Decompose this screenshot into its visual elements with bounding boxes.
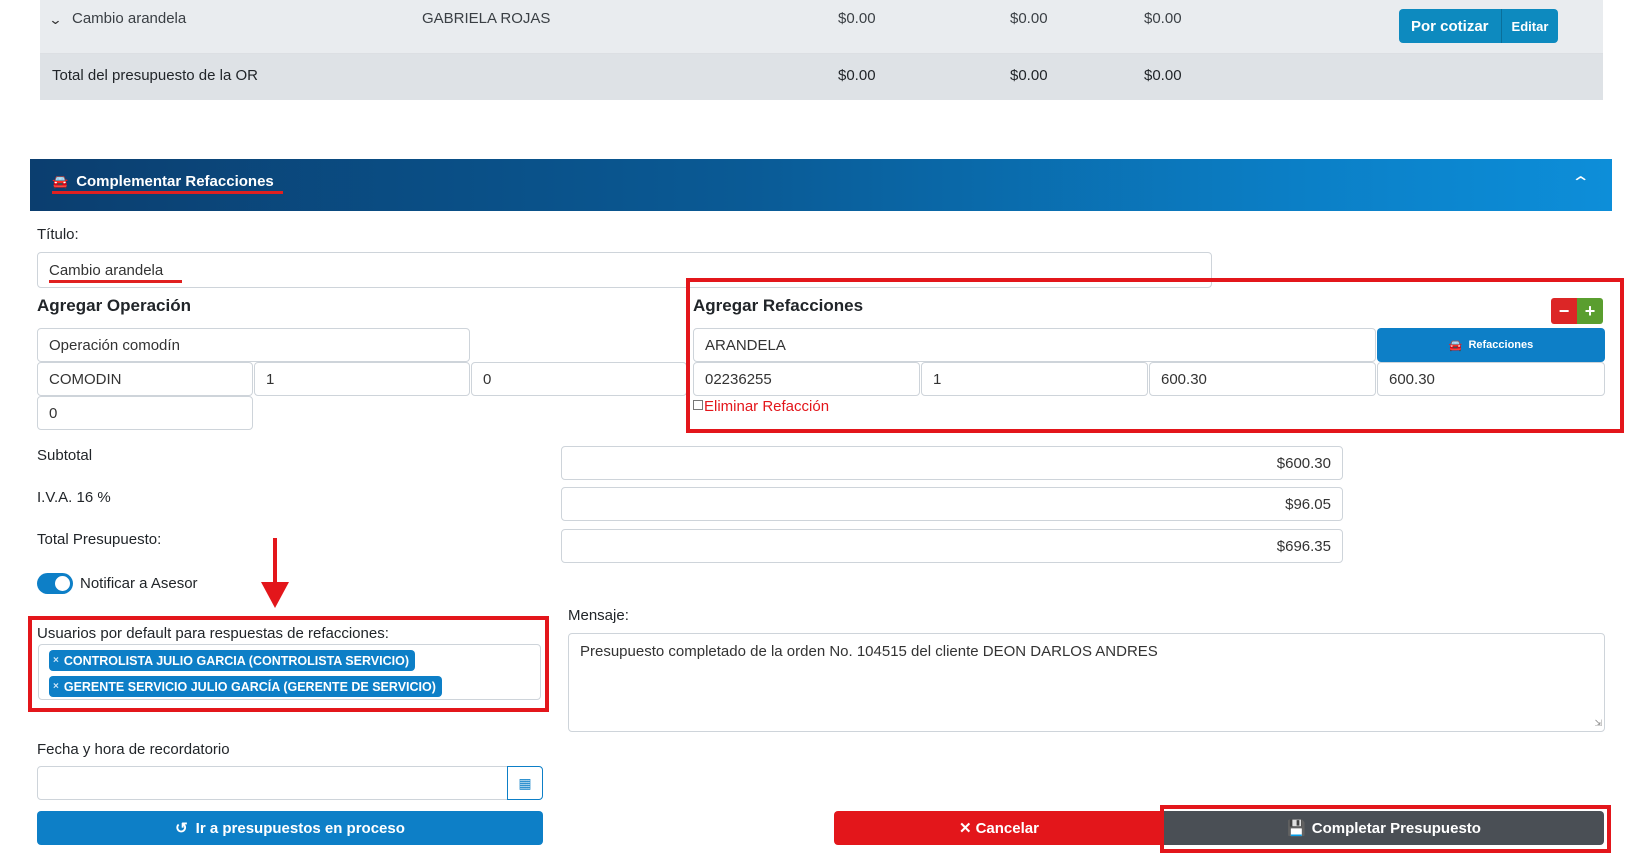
total-presupuesto-label: Total Presupuesto: — [37, 531, 162, 548]
page: ⌄ Cambio arandela GABRIELA ROJAS $0.00 $… — [0, 0, 1642, 858]
annotation-box-users — [28, 616, 549, 712]
calendar-button[interactable]: ▦ — [507, 766, 543, 800]
operation-total-input[interactable]: 0 — [37, 396, 253, 430]
chevron-up-icon[interactable]: ⌃ — [1570, 173, 1590, 193]
annotation-box-refacciones — [686, 278, 1624, 433]
total-amount-3: $0.00 — [1144, 67, 1182, 84]
annotation-underline-titulo — [49, 280, 182, 283]
close-icon: ✕ — [959, 820, 972, 837]
toggle-knob — [55, 576, 70, 591]
cancel-label: Cancelar — [975, 819, 1039, 837]
operation-price-value: 0 — [483, 370, 492, 388]
agregar-operacion-heading: Agregar Operación — [37, 296, 191, 315]
row-amount-3: $0.00 — [1144, 10, 1182, 27]
annotation-box-complete — [1160, 805, 1611, 853]
annotation-arrow-head — [261, 582, 289, 608]
mensaje-textarea[interactable]: Presupuesto completado de la orden No. 1… — [568, 633, 1605, 732]
in-process-button[interactable]: ↺ Ir a presupuestos en proceso — [37, 811, 543, 845]
subtotal-label: Subtotal — [37, 447, 93, 464]
total-amount-1: $0.00 — [838, 67, 876, 84]
iva-value: $96.05 — [1285, 495, 1331, 513]
edit-button[interactable]: Editar — [1500, 9, 1559, 43]
row-amount-2: $0.00 — [1010, 10, 1048, 27]
mensaje-value: Presupuesto completado de la orden No. 1… — [580, 643, 1158, 660]
operation-code-input[interactable]: COMODIN — [37, 362, 253, 396]
row-action-group: Por cotizar Editar — [1399, 9, 1559, 43]
operation-name-input[interactable]: Operación comodín — [37, 328, 470, 362]
operation-price-input[interactable]: 0 — [471, 362, 687, 396]
reminder-input[interactable] — [37, 766, 508, 800]
operation-name-value: Operación comodín — [49, 336, 180, 354]
total-amount-2: $0.00 — [1010, 67, 1048, 84]
reminder-label: Fecha y hora de recordatorio — [37, 741, 230, 758]
total-label: Total del presupuesto de la OR — [52, 67, 258, 84]
cancel-button[interactable]: ✕ Cancelar — [834, 811, 1164, 845]
table-total-row: Total del presupuesto de la OR $0.00 $0.… — [40, 54, 1603, 100]
resize-handle-icon[interactable]: ⇲ — [1594, 718, 1602, 729]
annotation-underline-panel — [52, 191, 283, 194]
row-title: Cambio arandela — [72, 10, 187, 27]
annotation-arrow-line — [273, 538, 277, 583]
table-row[interactable]: ⌄ Cambio arandela GABRIELA ROJAS $0.00 $… — [40, 0, 1603, 54]
iva-input[interactable]: $96.05 — [561, 487, 1343, 521]
titulo-label: Título: — [37, 226, 79, 243]
notify-label: Notificar a Asesor — [80, 575, 198, 592]
operation-code-value: COMODIN — [49, 370, 122, 388]
in-process-label: Ir a presupuestos en proceso — [195, 819, 405, 837]
subtotal-input[interactable]: $600.30 — [561, 446, 1343, 480]
chevron-down-icon[interactable]: ⌄ — [48, 12, 62, 28]
operation-quantity-value: 1 — [266, 370, 275, 388]
panel-title: 🚘 Complementar Refacciones — [52, 173, 274, 190]
mensaje-label: Mensaje: — [568, 607, 629, 624]
por-cotizar-button[interactable]: Por cotizar — [1399, 9, 1501, 43]
operation-total-value: 0 — [49, 404, 58, 422]
row-amount-1: $0.00 — [838, 10, 876, 27]
panel-title-text: Complementar Refacciones — [76, 173, 274, 190]
panel-header[interactable]: 🚘 Complementar Refacciones ⌃ — [30, 159, 1612, 211]
row-user: GABRIELA ROJAS — [422, 10, 551, 27]
operation-quantity-input[interactable]: 1 — [254, 362, 470, 396]
calendar-icon: ▦ — [518, 774, 532, 791]
notify-toggle[interactable] — [37, 573, 73, 594]
subtotal-value: $600.30 — [1276, 454, 1331, 472]
history-icon: ↺ — [175, 820, 188, 837]
total-presupuesto-value: $696.35 — [1276, 537, 1331, 555]
iva-label: I.V.A. 16 % — [37, 489, 111, 506]
car-icon: 🚘 — [52, 173, 69, 189]
titulo-value: Cambio arandela — [49, 261, 164, 279]
total-presupuesto-input[interactable]: $696.35 — [561, 529, 1343, 563]
